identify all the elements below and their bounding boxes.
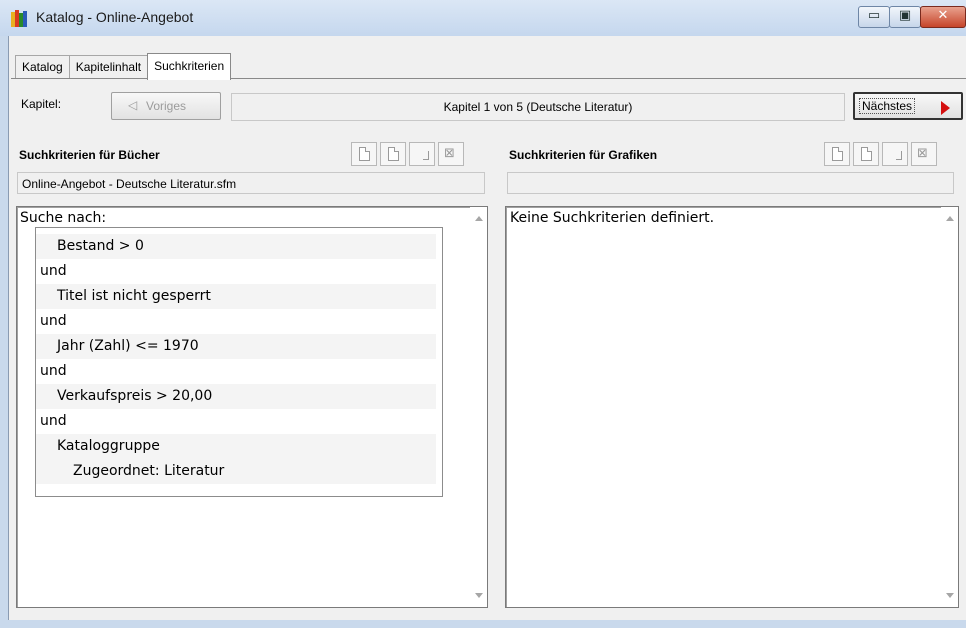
delete-graphics-criteria-button[interactable]: ⊠ [911, 142, 937, 166]
chapter-label: Kapitel: [21, 97, 62, 111]
list-item: und [40, 363, 67, 379]
scroll-up-icon [475, 216, 483, 221]
caption-buttons: ▭ ▣ ✕ [858, 6, 966, 28]
tab-strip: Katalog Kapitelinhalt Suchkriterien [15, 53, 232, 80]
next-chapter-button[interactable]: Nächstes [853, 92, 963, 120]
title-bar[interactable]: Katalog - Online-Angebot ▭ ▣ ✕ [0, 0, 974, 36]
corner-arrow-icon [896, 151, 902, 160]
delete-icon: ⊠ [917, 146, 928, 161]
books-panel-title: Suchkriterien für Bücher [19, 148, 160, 162]
list-item: Jahr (Zahl) <= 1970 [36, 334, 436, 359]
application-window: Katalog - Online-Angebot ▭ ▣ ✕ Katalog K… [0, 0, 974, 628]
tab-kapitelinhalt[interactable]: Kapitelinhalt [68, 55, 149, 78]
list-item: Kataloggruppe [36, 434, 436, 459]
open-document-icon [388, 147, 399, 161]
graphics-toolbar: ⊠ [821, 142, 937, 166]
corner-arrow-icon [423, 151, 429, 160]
list-item: und [40, 413, 67, 429]
list-item: Verkaufspreis > 20,00 [36, 384, 436, 409]
tab-katalog[interactable]: Katalog [15, 55, 70, 78]
new-graphics-criteria-button[interactable] [824, 142, 850, 166]
client-area: Katalog Kapitelinhalt Suchkriterien Kapi… [8, 36, 973, 620]
books-file-field: Online-Angebot - Deutsche Literatur.sfm [17, 172, 485, 194]
new-document-icon [359, 147, 370, 161]
new-criteria-button[interactable] [351, 142, 377, 166]
delete-criteria-button[interactable]: ⊠ [438, 142, 464, 166]
list-item: Titel ist nicht gesperrt [36, 284, 436, 309]
catalog-app-icon [11, 10, 27, 27]
graphics-empty-text: Keine Suchkriterien definiert. [510, 210, 715, 226]
books-criteria-area[interactable]: Suche nach: Bestand > 0 und Titel ist ni… [16, 206, 488, 608]
list-item: Bestand > 0 [36, 234, 436, 259]
play-right-icon [941, 101, 950, 115]
tab-suchkriterien[interactable]: Suchkriterien [147, 53, 232, 80]
scroll-down-icon [946, 593, 954, 598]
books-criteria-list: Bestand > 0 und Titel ist nicht gesperrt… [35, 227, 443, 497]
list-item: Zugeordnet: Literatur [36, 459, 436, 484]
graphics-scrollbar[interactable] [941, 207, 958, 607]
list-item: und [40, 313, 67, 329]
books-scrollbar[interactable] [470, 207, 487, 607]
graphics-panel-title: Suchkriterien für Grafiken [509, 148, 658, 162]
close-icon: ✕ [937, 8, 949, 23]
previous-chapter-label: Voriges [146, 99, 187, 113]
open-document-icon [861, 147, 872, 161]
desktop-edge [966, 0, 974, 628]
books-toolbar: ⊠ [348, 142, 464, 166]
close-button[interactable]: ✕ [920, 6, 966, 28]
maximize-icon: ▣ [898, 8, 912, 23]
open-criteria-button[interactable] [380, 142, 406, 166]
scroll-up-icon [946, 216, 954, 221]
minimize-icon: ▭ [867, 8, 881, 23]
graphics-file-field [507, 172, 954, 194]
window-title: Katalog - Online-Angebot [36, 9, 194, 25]
books-heading: Suche nach: [20, 210, 107, 226]
edit-criteria-button[interactable] [409, 142, 435, 166]
previous-chapter-button[interactable]: ◁ Voriges [111, 92, 221, 120]
chevron-left-icon: ◁ [128, 98, 138, 112]
list-item: und [40, 263, 67, 279]
new-document-icon [832, 147, 843, 161]
open-graphics-criteria-button[interactable] [853, 142, 879, 166]
minimize-button[interactable]: ▭ [858, 6, 890, 28]
edit-graphics-criteria-button[interactable] [882, 142, 908, 166]
next-chapter-label: Nächstes [859, 98, 916, 114]
chapter-status: Kapitel 1 von 5 (Deutsche Literatur) [231, 93, 845, 121]
scroll-down-icon [475, 593, 483, 598]
graphics-criteria-area[interactable]: Keine Suchkriterien definiert. [505, 206, 959, 608]
delete-icon: ⊠ [444, 146, 455, 161]
maximize-button[interactable]: ▣ [889, 6, 921, 28]
